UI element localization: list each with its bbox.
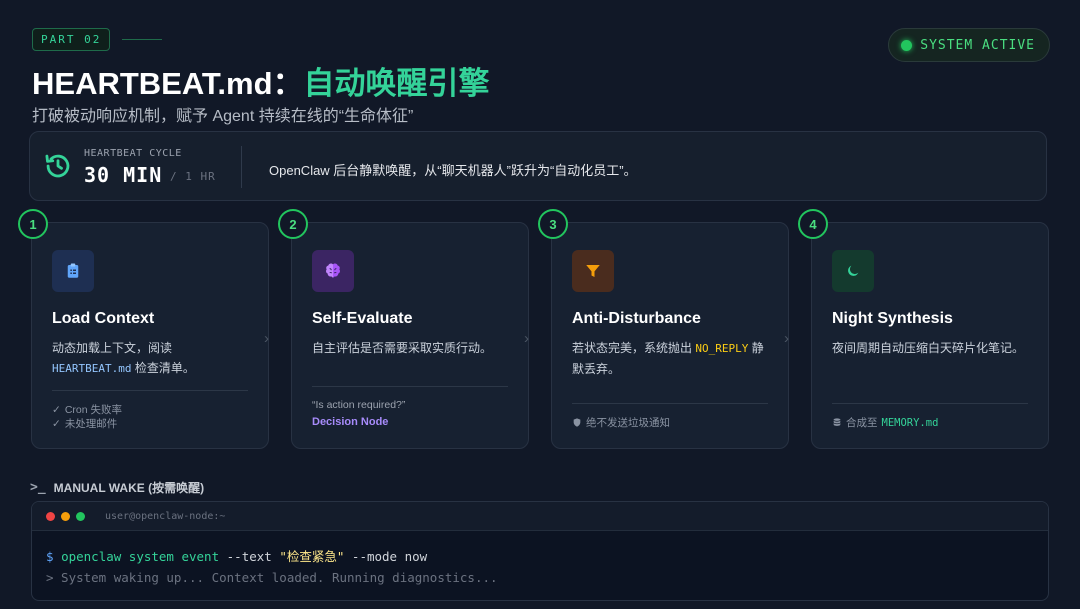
step-card-self-evaluate: 2 Self-Evaluate 自主评估是否需要采取实质行动。 “Is acti… <box>278 209 529 449</box>
terminal-prompt-icon: >_ <box>30 480 46 495</box>
heartbeat-panel: HEARTBEAT CYCLE 30 MIN / 1 HR OpenClaw 后… <box>29 131 1047 201</box>
card-title: Load Context <box>52 310 155 327</box>
card-divider <box>312 386 508 387</box>
decision-node-label: Decision Node <box>312 416 389 428</box>
check-item: ✓ 未处理邮件 <box>52 416 117 431</box>
close-dot-icon[interactable] <box>46 511 55 521</box>
decision-quote: “Is action required?” <box>312 399 406 411</box>
card-divider <box>572 403 768 404</box>
check-item: ✓ Cron 失败率 <box>52 402 122 417</box>
step-card-anti-disturbance: 3 Anti-Disturbance 若状态完美，系统抛出 NO_REPLY 静… <box>538 209 789 449</box>
shell-prompt: $ <box>46 549 54 564</box>
card-title: Anti-Disturbance <box>572 310 701 327</box>
heartbeat-cycle-label: HEARTBEAT CYCLE <box>84 148 182 159</box>
command-arg-text: "检查紧急" <box>279 549 345 564</box>
filter-icon <box>572 250 614 292</box>
card-title: Night Synthesis <box>832 310 953 327</box>
card-desc-text: 动态加载上下文，阅读 <box>52 341 173 355</box>
memory-note: 合成至 MEMORY.md <box>832 415 938 430</box>
part-tag: PART 02 <box>32 28 111 51</box>
heartbeat-description: OpenClaw 后台静默唤醒，从“聊天机器人”跃升为“自动化员工”。 <box>269 163 637 178</box>
command-flag-mode: --mode <box>351 549 398 564</box>
status-dot-icon <box>901 39 913 51</box>
heartbeat-cycle-alt: / 1 HR <box>170 170 216 183</box>
brain-icon <box>312 250 354 292</box>
minimize-dot-icon[interactable] <box>61 511 70 521</box>
card-divider <box>832 403 1028 404</box>
shield-icon <box>573 418 581 427</box>
check-icon: ✓ <box>52 417 61 430</box>
terminal-titlebar: user@openclaw-node:~ <box>32 502 1048 531</box>
command-arg-mode: now <box>404 549 428 564</box>
check-item-label: 未处理邮件 <box>64 418 118 430</box>
system-status-badge: SYSTEM ACTIVE <box>888 28 1050 62</box>
step-number: 2 <box>278 209 308 239</box>
card-divider <box>52 390 248 391</box>
command-text: openclaw system event <box>61 549 220 564</box>
database-icon <box>833 418 841 426</box>
check-item-label: Cron 失败率 <box>64 404 122 416</box>
command-flag-text: --text <box>226 549 272 564</box>
terminal-host: user@openclaw-node:~ <box>105 510 226 522</box>
card-desc-text-2: 检查清单。 <box>131 361 195 375</box>
step-number: 1 <box>18 209 48 239</box>
page-title-accent: 自动唤醒引擎 <box>303 66 490 101</box>
memory-note-label: 合成至 <box>846 417 878 429</box>
heartbeat-divider <box>241 146 242 188</box>
moon-icon <box>832 250 874 292</box>
shield-note: 绝不发送垃圾通知 <box>572 415 670 430</box>
chevron-right-icon: › <box>264 330 269 347</box>
step-number: 3 <box>538 209 568 239</box>
terminal-command-line[interactable]: $ openclaw system event --text "检查紧急" --… <box>46 546 427 565</box>
page-title-main: HEARTBEAT.md： <box>32 66 304 101</box>
page-subtitle: 打破被动响应机制，赋予 Agent 持续在线的“生命体征” <box>32 108 414 125</box>
card-description: 动态加载上下文，阅读 HEARTBEAT.md 检查清单。 <box>52 338 252 379</box>
memory-file-code: MEMORY.md <box>881 416 939 429</box>
step-number: 4 <box>798 209 828 239</box>
terminal-window: user@openclaw-node:~ $ openclaw system e… <box>31 501 1049 601</box>
card-title: Self-Evaluate <box>312 310 413 327</box>
heartbeat-cycle-value: 30 MIN <box>84 163 163 187</box>
terminal-output-line: > System waking up... Context loaded. Ru… <box>46 570 498 585</box>
card-description: 夜间周期自动压缩白天碎片化笔记。 <box>832 341 1025 355</box>
part-line-divider <box>122 39 163 40</box>
card-description: 若状态完美，系统抛出 NO_REPLY 静默丢弃。 <box>572 338 772 379</box>
history-clock-icon <box>45 154 70 178</box>
card-description: 自主评估是否需要采取实质行动。 <box>312 341 493 355</box>
page-title: HEARTBEAT.md：自动唤醒引擎 <box>32 58 490 103</box>
check-icon: ✓ <box>52 403 61 416</box>
no-reply-code: NO_REPLY <box>695 342 749 355</box>
heartbeat-file-code: HEARTBEAT.md <box>52 362 132 375</box>
shield-note-label: 绝不发送垃圾通知 <box>586 417 670 429</box>
clipboard-icon <box>52 250 94 292</box>
step-card-night-synthesis: 4 Night Synthesis 夜间周期自动压缩白天碎片化笔记。 合成至 M… <box>798 209 1049 449</box>
chevron-right-icon: › <box>784 330 789 347</box>
part-row: PART 02 <box>32 28 163 51</box>
manual-wake-label: MANUAL WAKE (按需唤醒) <box>53 481 205 495</box>
step-card-load-context: 1 Load Context 动态加载上下文，阅读 HEARTBEAT.md 检… <box>18 209 269 449</box>
system-status-label: SYSTEM ACTIVE <box>920 37 1035 53</box>
chevron-right-icon: › <box>524 330 529 347</box>
maximize-dot-icon[interactable] <box>76 511 85 521</box>
manual-wake-heading: >_ MANUAL WAKE (按需唤醒) <box>30 479 204 496</box>
card-desc-text: 若状态完美，系统抛出 <box>572 341 696 355</box>
